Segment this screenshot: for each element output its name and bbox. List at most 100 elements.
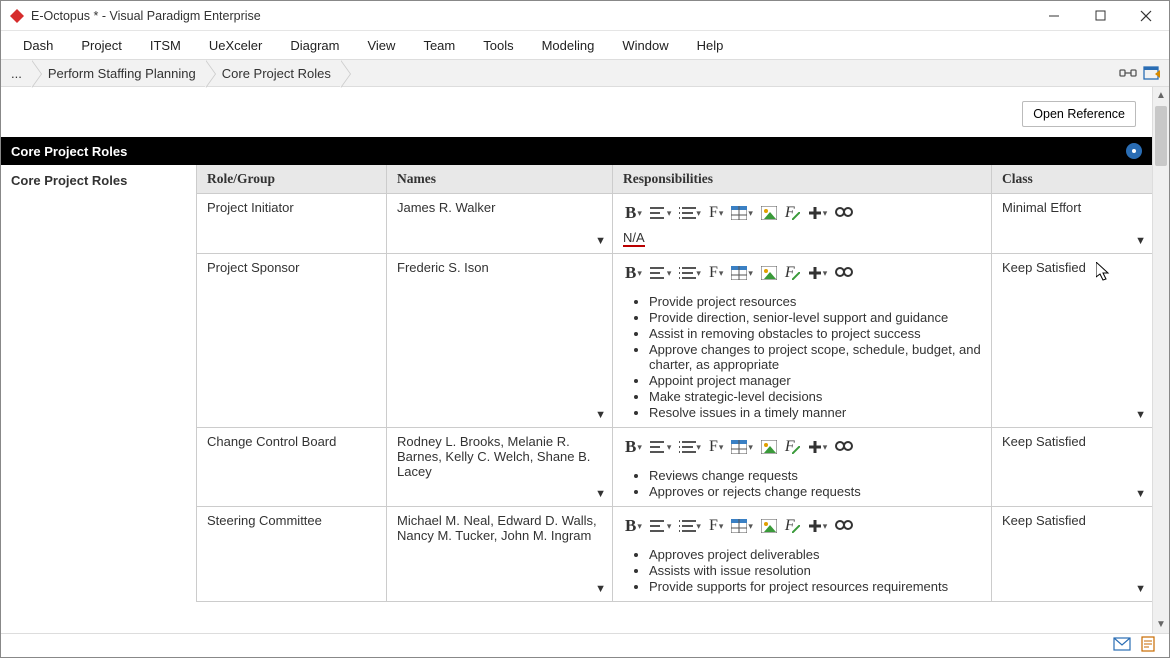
vertical-scrollbar[interactable]: ▲ ▼ [1152, 87, 1169, 633]
cell-names[interactable]: Michael M. Neal, Edward D. Walls, Nancy … [387, 507, 613, 601]
insert-button[interactable]: ▾ [806, 518, 830, 534]
cell-role[interactable]: Project Initiator [197, 194, 387, 253]
dropdown-icon[interactable]: ▼ [1135, 583, 1146, 595]
responsibility-list[interactable]: Provide project resourcesProvide directi… [623, 294, 981, 420]
dropdown-icon[interactable]: ▼ [1135, 409, 1146, 421]
clear-format-button[interactable]: F [783, 437, 802, 457]
table-row: Project Sponsor Frederic S. Ison ▼ B▾ ▾ … [197, 254, 1152, 428]
image-button[interactable] [759, 205, 779, 221]
cell-names[interactable]: Rodney L. Brooks, Melanie R. Barnes, Kel… [387, 428, 613, 506]
table-button[interactable]: ▾ [729, 265, 755, 281]
cell-class[interactable]: Keep Satisfied ▼ [992, 254, 1152, 427]
breadcrumb-bar: ... Perform Staffing Planning Core Proje… [1, 59, 1169, 87]
bold-button[interactable]: B▾ [623, 436, 644, 458]
rich-text-toolbar: B▾ ▾ ▾ F▾ ▾ F ▾ [623, 513, 981, 543]
responsibility-list[interactable]: Reviews change requestsApproves or rejec… [623, 468, 981, 499]
clear-format-button[interactable]: F [783, 516, 802, 536]
scroll-up-icon[interactable]: ▲ [1153, 87, 1169, 104]
find-button[interactable] [833, 265, 855, 281]
switch-view-icon[interactable] [1143, 64, 1161, 82]
cell-responsibilities[interactable]: B▾ ▾ ▾ F▾ ▾ F ▾ Reviews change requestsA… [613, 428, 992, 506]
cell-responsibilities[interactable]: B▾ ▾ ▾ F▾ ▾ F ▾ N/A [613, 194, 992, 253]
menu-view[interactable]: View [367, 38, 395, 53]
minimize-button[interactable] [1031, 1, 1077, 31]
bold-button[interactable]: B▾ [623, 262, 644, 284]
menu-help[interactable]: Help [697, 38, 724, 53]
font-button[interactable]: F▾ [707, 437, 725, 457]
dropdown-icon[interactable]: ▼ [1135, 488, 1146, 500]
find-button[interactable] [833, 205, 855, 221]
align-left-button[interactable]: ▾ [648, 518, 674, 534]
cell-names[interactable]: Frederic S. Ison ▼ [387, 254, 613, 427]
menu-modeling[interactable]: Modeling [542, 38, 595, 53]
cell-responsibilities[interactable]: B▾ ▾ ▾ F▾ ▾ F ▾ Approves project deliver… [613, 507, 992, 601]
align-left-button[interactable]: ▾ [648, 265, 674, 281]
font-button[interactable]: F▾ [707, 516, 725, 536]
menu-dash[interactable]: Dash [23, 38, 53, 53]
dropdown-icon[interactable]: ▼ [595, 583, 606, 595]
image-button[interactable] [759, 518, 779, 534]
link-icon[interactable] [1119, 64, 1137, 82]
menu-tools[interactable]: Tools [483, 38, 513, 53]
rich-text-toolbar: B▾ ▾ ▾ F▾ ▾ F ▾ [623, 200, 981, 230]
responsibility-list[interactable]: Approves project deliverablesAssists wit… [623, 547, 981, 594]
bold-button[interactable]: B▾ [623, 515, 644, 537]
scroll-down-icon[interactable]: ▼ [1153, 616, 1169, 633]
cell-class[interactable]: Keep Satisfied ▼ [992, 428, 1152, 506]
close-button[interactable] [1123, 1, 1169, 31]
dropdown-icon[interactable]: ▼ [595, 235, 606, 247]
dropdown-icon[interactable]: ▼ [595, 488, 606, 500]
menu-project[interactable]: Project [81, 38, 121, 53]
rich-text-toolbar: B▾ ▾ ▾ F▾ ▾ F ▾ [623, 434, 981, 464]
clear-format-button[interactable]: F [783, 203, 802, 223]
table-button[interactable]: ▾ [729, 205, 755, 221]
info-icon[interactable] [1126, 143, 1142, 159]
cell-role[interactable]: Steering Committee [197, 507, 387, 601]
align-left-button[interactable]: ▾ [648, 205, 674, 221]
clear-format-button[interactable]: F [783, 263, 802, 283]
mail-icon[interactable] [1113, 637, 1131, 654]
menu-team[interactable]: Team [423, 38, 455, 53]
align-left-button[interactable]: ▾ [648, 439, 674, 455]
responsibility-text[interactable]: N/A [623, 230, 981, 247]
cell-names[interactable]: James R. Walker ▼ [387, 194, 613, 253]
list-button[interactable]: ▾ [677, 265, 703, 281]
font-button[interactable]: F▾ [707, 203, 725, 223]
table-button[interactable]: ▾ [729, 518, 755, 534]
breadcrumb-parent[interactable]: Perform Staffing Planning [32, 60, 206, 86]
image-button[interactable] [759, 265, 779, 281]
cell-role[interactable]: Change Control Board [197, 428, 387, 506]
dropdown-icon[interactable]: ▼ [1135, 235, 1146, 247]
bold-button[interactable]: B▾ [623, 202, 644, 224]
list-button[interactable]: ▾ [677, 439, 703, 455]
maximize-button[interactable] [1077, 1, 1123, 31]
insert-button[interactable]: ▾ [806, 205, 830, 221]
cell-role[interactable]: Project Sponsor [197, 254, 387, 427]
left-panel-heading: Core Project Roles [1, 165, 197, 602]
font-button[interactable]: F▾ [707, 263, 725, 283]
image-button[interactable] [759, 439, 779, 455]
table-button[interactable]: ▾ [729, 439, 755, 455]
find-button[interactable] [833, 518, 855, 534]
table-row: Project Initiator James R. Walker ▼ B▾ ▾… [197, 194, 1152, 254]
menu-window[interactable]: Window [622, 38, 668, 53]
find-button[interactable] [833, 439, 855, 455]
list-button[interactable]: ▾ [677, 205, 703, 221]
menu-diagram[interactable]: Diagram [290, 38, 339, 53]
menu-itsm[interactable]: ITSM [150, 38, 181, 53]
list-item: Make strategic-level decisions [649, 389, 981, 404]
window-title: E-Octopus * - Visual Paradigm Enterprise [31, 9, 261, 23]
insert-button[interactable]: ▾ [806, 439, 830, 455]
list-button[interactable]: ▾ [677, 518, 703, 534]
menu-uexceler[interactable]: UeXceler [209, 38, 262, 53]
scroll-thumb[interactable] [1155, 106, 1166, 166]
breadcrumb-current[interactable]: Core Project Roles [206, 60, 341, 86]
dropdown-icon[interactable]: ▼ [595, 409, 606, 421]
document-icon[interactable] [1141, 636, 1155, 655]
cell-class[interactable]: Keep Satisfied ▼ [992, 507, 1152, 601]
cell-class[interactable]: Minimal Effort ▼ [992, 194, 1152, 253]
breadcrumb-root[interactable]: ... [1, 60, 32, 86]
insert-button[interactable]: ▾ [806, 265, 830, 281]
open-reference-button[interactable]: Open Reference [1022, 101, 1136, 127]
cell-responsibilities[interactable]: B▾ ▾ ▾ F▾ ▾ F ▾ Provide project resource… [613, 254, 992, 427]
